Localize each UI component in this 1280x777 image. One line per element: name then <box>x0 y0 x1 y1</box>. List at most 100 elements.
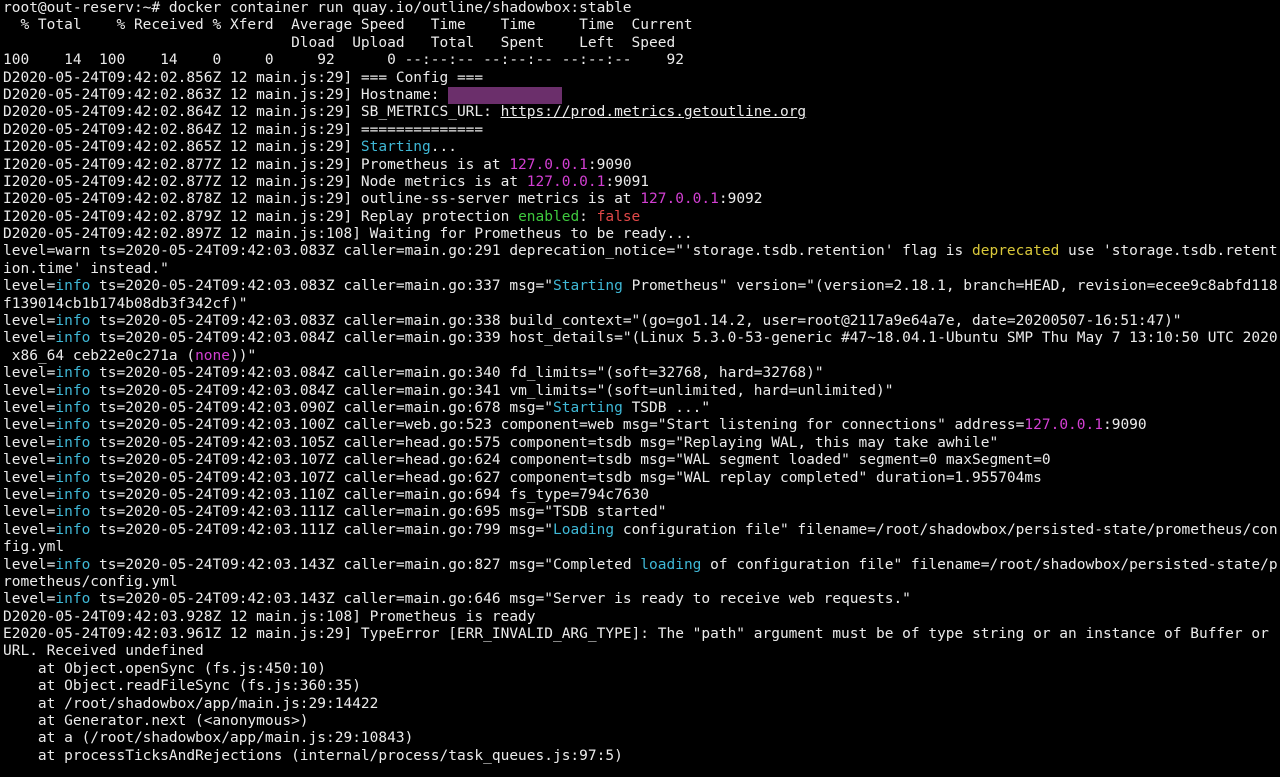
terminal-text: ts=2020-05-24T09:42:03.100Z caller=web.g… <box>90 417 1025 434</box>
terminal-text: Dload Upload Total Spent Left Speed <box>3 34 676 51</box>
terminal-text: ts=2020-05-24T09:42:03.111Z caller=main.… <box>90 521 553 538</box>
terminal-text: use 'storage.tsdb.retent <box>1059 243 1278 260</box>
terminal-text: false <box>596 208 641 225</box>
terminal-text: Starting <box>553 278 623 295</box>
terminal-text: info <box>55 504 91 521</box>
terminal-text: ts=2020-05-24T09:42:03.105Z caller=head.… <box>90 434 999 451</box>
terminal-line: D2020-05-24T09:42:02.864Z 12 main.js:29]… <box>3 104 1280 121</box>
terminal-text: 100 14 100 14 0 0 92 0 --:--:-- --:--:--… <box>3 52 684 69</box>
terminal-text: ts=2020-05-24T09:42:03.090Z caller=main.… <box>90 399 553 416</box>
terminal-line: at processTicksAndRejections (internal/p… <box>3 748 1280 765</box>
terminal-line: at a (/root/shadowbox/app/main.js:29:108… <box>3 730 1280 747</box>
terminal-text: I2020-05-24T09:42:02.877Z 12 main.js:29]… <box>3 156 510 173</box>
terminal-line: level=info ts=2020-05-24T09:42:03.083Z c… <box>3 278 1280 295</box>
terminal-line: level=info ts=2020-05-24T09:42:03.090Z c… <box>3 400 1280 417</box>
terminal-line: D2020-05-24T09:42:02.897Z 12 main.js:108… <box>3 226 1280 243</box>
terminal-text: ts=2020-05-24T09:42:03.083Z caller=main.… <box>90 278 553 295</box>
terminal-line: level=info ts=2020-05-24T09:42:03.143Z c… <box>3 591 1280 608</box>
terminal-text: info <box>55 417 91 434</box>
terminal-text: info <box>55 486 91 503</box>
terminal-line: fig.yml <box>3 539 1280 556</box>
terminal-line: I2020-05-24T09:42:02.879Z 12 main.js:29]… <box>3 209 1280 226</box>
terminal-text: ))" <box>229 347 257 364</box>
terminal-line: D2020-05-24T09:42:02.864Z 12 main.js:29]… <box>3 122 1280 139</box>
terminal-text: info <box>55 313 91 330</box>
terminal-text: URL. Received undefined <box>3 643 204 660</box>
terminal-line: level=info ts=2020-05-24T09:42:03.111Z c… <box>3 522 1280 539</box>
terminal-line: at Object.readFileSync (fs.js:360:35) <box>3 678 1280 695</box>
terminal-text: D2020-05-24T09:42:02.897Z 12 main.js:108… <box>3 226 693 243</box>
terminal-line: at Generator.next (<anonymous>) <box>3 713 1280 730</box>
terminal-line: D2020-05-24T09:42:03.928Z 12 main.js:108… <box>3 609 1280 626</box>
terminal-text: enabled <box>518 208 580 225</box>
terminal-text: info <box>55 591 91 608</box>
terminal-line: at /root/shadowbox/app/main.js:29:14422 <box>3 696 1280 713</box>
terminal-line: level=info ts=2020-05-24T09:42:03.111Z c… <box>3 504 1280 521</box>
terminal-text: level= <box>3 399 56 416</box>
terminal-line: at Object.openSync (fs.js:450:10) <box>3 661 1280 678</box>
terminal-text: I2020-05-24T09:42:02.879Z 12 main.js:29]… <box>3 208 519 225</box>
terminal-text: at Generator.next (<anonymous>) <box>3 713 309 730</box>
terminal-text: fig.yml <box>3 539 65 556</box>
terminal-text: info <box>55 365 91 382</box>
terminal-line: rometheus/config.yml <box>3 574 1280 591</box>
terminal-text: at a (/root/shadowbox/app/main.js:29:108… <box>3 730 414 747</box>
terminal-line: level=info ts=2020-05-24T09:42:03.100Z c… <box>3 417 1280 434</box>
terminal-line: I2020-05-24T09:42:02.877Z 12 main.js:29]… <box>3 157 1280 174</box>
terminal-text: info <box>55 452 91 469</box>
terminal-text: level= <box>3 556 56 573</box>
terminal-text: info <box>55 330 91 347</box>
terminal-line: Dload Upload Total Spent Left Speed <box>3 35 1280 52</box>
terminal-text: ts=2020-05-24T09:42:03.143Z caller=main.… <box>90 591 911 608</box>
terminal-text: TSDB ..." <box>622 399 711 416</box>
terminal-text: 127.0.0.1 <box>526 173 606 190</box>
terminal-text: D2020-05-24T09:42:02.863Z 12 main.js:29]… <box>3 86 449 103</box>
terminal-text: ... <box>430 139 457 156</box>
terminal-line: level=info ts=2020-05-24T09:42:03.084Z c… <box>3 383 1280 400</box>
terminal-text: : <box>579 208 597 225</box>
terminal-text: ts=2020-05-24T09:42:03.111Z caller=main.… <box>90 504 667 521</box>
terminal-text: rometheus/config.yml <box>3 573 178 590</box>
terminal-line: level=info ts=2020-05-24T09:42:03.107Z c… <box>3 452 1280 469</box>
terminal-text: Starting <box>360 139 431 156</box>
terminal-line: level=info ts=2020-05-24T09:42:03.084Z c… <box>3 330 1280 347</box>
terminal-text: Loading <box>553 521 615 538</box>
terminal-line: level=info ts=2020-05-24T09:42:03.084Z c… <box>3 365 1280 382</box>
terminal-text: level= <box>3 469 56 486</box>
terminal-line: x86_64 ceb22e0c271a (none))" <box>3 348 1280 365</box>
terminal-text: level= <box>3 365 56 382</box>
terminal-text: loading <box>640 556 702 573</box>
terminal-text: level= <box>3 486 56 503</box>
terminal-text: info <box>55 399 91 416</box>
terminal-text: D2020-05-24T09:42:02.856Z 12 main.js:29]… <box>3 69 484 86</box>
terminal-text: root@out-reserv:~# docker container run … <box>3 0 632 16</box>
terminal-output[interactable]: root@out-reserv:~# docker container run … <box>3 0 1280 777</box>
terminal-text: ts=2020-05-24T09:42:03.084Z caller=main.… <box>90 365 824 382</box>
terminal-text: none <box>195 347 230 364</box>
terminal-line: root@out-reserv:~# docker container run … <box>3 0 1280 17</box>
terminal-line: I2020-05-24T09:42:02.877Z 12 main.js:29]… <box>3 174 1280 191</box>
terminal-line: D2020-05-24T09:42:02.856Z 12 main.js:29]… <box>3 70 1280 87</box>
terminal-text: level= <box>3 278 56 295</box>
terminal-text: x86_64 ceb22e0c271a ( <box>3 347 196 364</box>
terminal-text: level= <box>3 313 56 330</box>
terminal-text: f139014cb1b174b08db3f342cf)" <box>3 295 248 312</box>
terminal-text: info <box>55 278 91 295</box>
terminal-text: 127.0.0.1 <box>1024 417 1103 434</box>
terminal-text: level= <box>3 521 56 538</box>
terminal-text: info <box>55 434 91 451</box>
terminal-text: level=warn ts=2020-05-24T09:42:03.083Z c… <box>3 243 973 260</box>
terminal-text: ts=2020-05-24T09:42:03.084Z caller=main.… <box>90 330 1278 347</box>
terminal-text: level= <box>3 504 56 521</box>
terminal-text: info <box>55 521 91 538</box>
terminal-line: level=warn ts=2020-05-24T09:42:03.083Z c… <box>3 243 1280 260</box>
terminal-text: at Object.readFileSync (fs.js:360:35) <box>3 678 361 695</box>
redacted-hostname <box>448 86 562 105</box>
terminal-text: D2020-05-24T09:42:02.864Z 12 main.js:29]… <box>3 121 484 138</box>
terminal-text: configuration file" filename=/root/shado… <box>614 521 1278 538</box>
terminal-text: Prometheus" version="(version=2.18.1, br… <box>622 278 1278 295</box>
terminal-text: 127.0.0.1 <box>509 156 588 173</box>
terminal-text: level= <box>3 591 56 608</box>
terminal-text: ion.time' instead." <box>3 260 169 277</box>
terminal-text: I2020-05-24T09:42:02.865Z 12 main.js:29] <box>3 139 361 156</box>
